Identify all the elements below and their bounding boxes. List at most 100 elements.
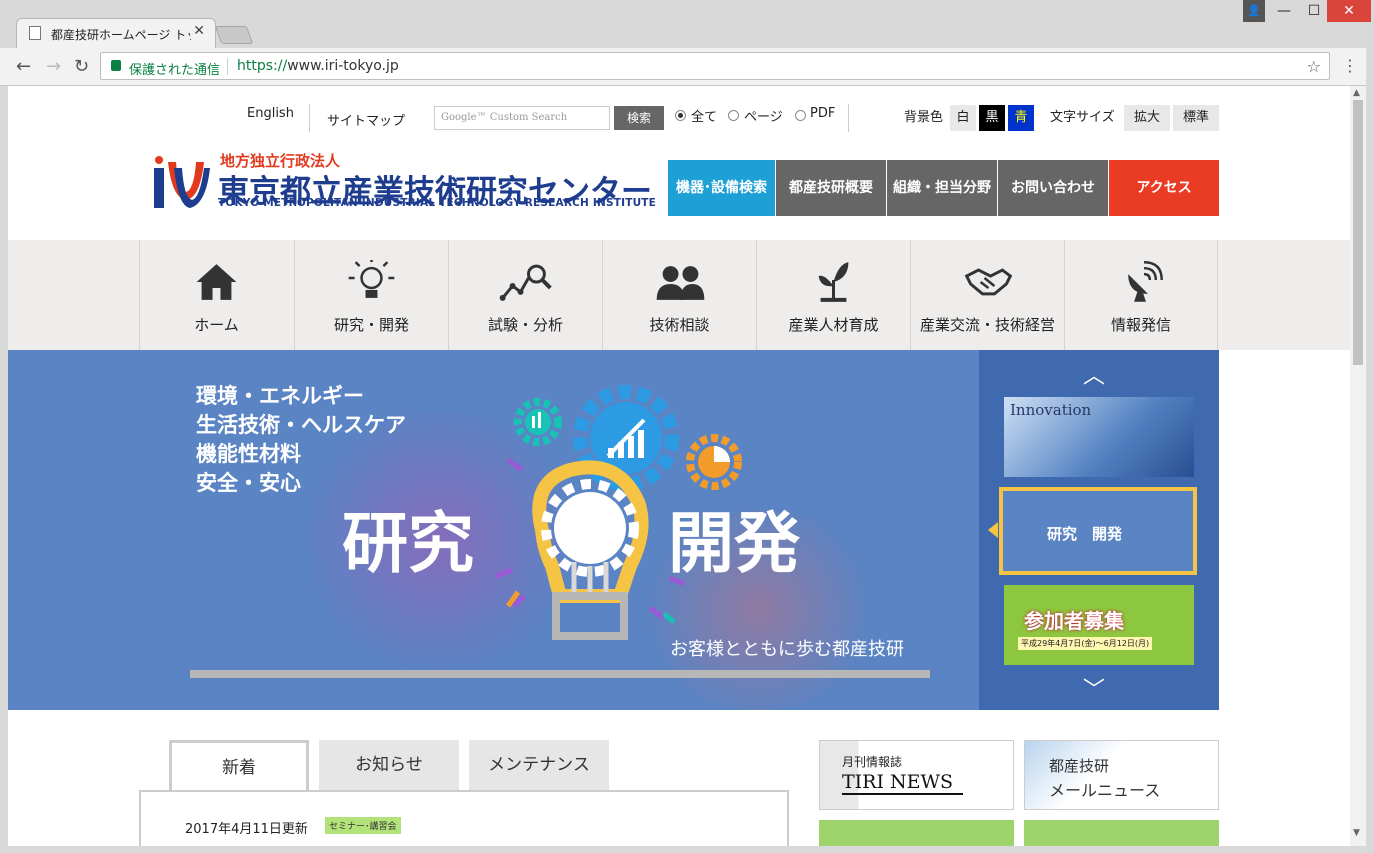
sitemap-link[interactable]: サイトマップ xyxy=(327,110,405,129)
thumb-title: Innovation xyxy=(1010,401,1092,419)
new-tab-button[interactable] xyxy=(214,26,254,44)
mail-news-banner[interactable]: 都産技研 メールニュース xyxy=(1024,740,1219,810)
tab-maintenance[interactable]: メンテナンス xyxy=(469,740,609,792)
slider-down-icon[interactable]: ﹀ xyxy=(1083,672,1105,704)
slider-thumb-research[interactable]: 研究 開発 xyxy=(999,487,1197,575)
close-window-button[interactable]: ✕ xyxy=(1327,0,1371,22)
nav-item-consult[interactable]: 技術相談 xyxy=(602,240,756,350)
forward-button[interactable]: → xyxy=(46,56,61,77)
window-frame xyxy=(0,846,1374,853)
contact-button[interactable]: お問い合わせ xyxy=(998,160,1108,216)
maximize-button[interactable]: ☐ xyxy=(1298,0,1330,22)
tiri-title: TIRI NEWS xyxy=(842,771,964,795)
english-link[interactable]: English xyxy=(247,106,294,121)
equipment-search-button[interactable]: 機器･設備検索 xyxy=(668,160,775,216)
hero-banner[interactable]: 環境・エネルギー 生活技術・ヘルスケア 機能性材料 安全・安心 研究 開発 お客… xyxy=(8,350,979,710)
window-frame xyxy=(0,86,8,853)
search-button[interactable]: 検索 xyxy=(614,106,664,130)
hero-tagline: お客様とともに歩む都産技研 xyxy=(670,639,904,660)
nav-item-training[interactable]: 産業人材育成 xyxy=(756,240,910,350)
slider-thumb-innovation[interactable]: Innovation xyxy=(1004,397,1194,477)
nav-item-label: 研究・開発 xyxy=(333,316,409,334)
tab-close-icon[interactable]: ✕ xyxy=(193,23,205,39)
font-normal-button[interactable]: 標準 xyxy=(1173,105,1219,131)
news-date: 2017年4月11日更新 xyxy=(185,822,308,837)
font-large-button[interactable]: 拡大 xyxy=(1124,105,1170,131)
browser-tab[interactable]: 都産技研ホームページ トップ ✕ xyxy=(16,18,216,48)
bookmark-star-icon[interactable]: ☆ xyxy=(1307,57,1321,76)
slider-up-icon[interactable]: ︿ xyxy=(1083,358,1105,390)
lock-icon xyxy=(111,60,121,71)
tiri-news-banner[interactable]: 月刊情報誌 TIRI NEWS xyxy=(819,740,1014,810)
news-category-badge: セミナー･講習会 xyxy=(325,817,401,834)
nav-item-testing[interactable]: 試験・分析 xyxy=(448,240,602,350)
access-button[interactable]: アクセス xyxy=(1109,160,1219,216)
browser-menu-icon[interactable]: ⋮ xyxy=(1342,56,1358,75)
scope-all-radio[interactable] xyxy=(675,110,686,121)
address-bar[interactable]: 保護された通信 https://www.iri-tokyo.jp ☆ xyxy=(100,52,1330,80)
bg-black-button[interactable]: 黒 xyxy=(979,105,1005,131)
analysis-icon xyxy=(499,264,552,301)
page-scrollbar[interactable]: ▲ ▼ xyxy=(1350,86,1366,846)
nav-item-label: ホーム xyxy=(194,316,239,334)
back-button[interactable]: ← xyxy=(16,56,31,77)
hero-big-text-left: 研究 xyxy=(342,505,474,582)
hero-category: 機能性材料 xyxy=(196,442,301,466)
handshake-icon xyxy=(964,268,1013,296)
sprout-icon xyxy=(818,262,849,302)
scope-all-label: 全て xyxy=(691,110,718,125)
bg-blue-button[interactable]: 青 xyxy=(1008,105,1034,131)
nav-item-label: 技術相談 xyxy=(649,316,710,334)
people-icon xyxy=(656,266,705,300)
nav-item-exchange[interactable]: 産業交流・技術経営 xyxy=(910,240,1064,350)
logo-icon[interactable] xyxy=(150,154,214,210)
mail-news-line2: メールニュース xyxy=(1049,781,1161,800)
hero-category: 生活技術・ヘルスケア xyxy=(196,413,406,437)
nav-item-info[interactable]: 情報発信 xyxy=(1064,240,1218,350)
bg-color-label: 背景色 xyxy=(904,110,944,125)
thumb-title: 研究 開発 xyxy=(1047,525,1123,543)
thumb-title: 参加者募集 xyxy=(1024,609,1124,633)
scroll-down-icon[interactable]: ▼ xyxy=(1353,828,1360,838)
news-panel: 2017年4月11日更新 セミナー･講習会 xyxy=(139,790,789,846)
scope-pdf-radio[interactable] xyxy=(795,110,806,121)
logo-english-text: TOKYO METROPOLITAN INDUSTRIAL TECHNOLOGY… xyxy=(218,197,657,209)
scroll-up-icon[interactable]: ▲ xyxy=(1353,88,1360,98)
green-banner[interactable] xyxy=(1024,820,1219,846)
url-host: www.iri-tokyo.jp xyxy=(287,58,399,74)
user-icon[interactable]: 👤 xyxy=(1243,0,1265,22)
omnibox-divider xyxy=(227,58,228,75)
page-icon xyxy=(29,26,41,40)
tiri-small-text: 月刊情報誌 xyxy=(842,755,903,769)
hero-category: 環境・エネルギー xyxy=(196,384,364,408)
search-placeholder: Google™ Custom Search xyxy=(441,112,568,123)
slider-pointer xyxy=(988,522,998,538)
url-text[interactable]: https://www.iri-tokyo.jp xyxy=(237,58,399,74)
bg-white-button[interactable]: 白 xyxy=(950,105,976,131)
scope-page-radio[interactable] xyxy=(728,110,739,121)
green-banner[interactable] xyxy=(819,820,1014,846)
overview-button[interactable]: 都産技研概要 xyxy=(776,160,886,216)
minimize-button[interactable]: — xyxy=(1268,0,1300,22)
thumb-date: 平成29年4月7日(金)～6月12日(月) xyxy=(1018,637,1153,650)
organization-button[interactable]: 組織・担当分野 xyxy=(887,160,997,216)
browser-titlebar: 都産技研ホームページ トップ ✕ 👤 — ☐ ✕ xyxy=(0,0,1374,48)
nav-item-home[interactable]: ホーム xyxy=(139,240,293,350)
slider-thumb-recruit[interactable]: 参加者募集 平成29年4月7日(金)～6月12日(月) xyxy=(1004,585,1194,665)
home-icon xyxy=(196,264,237,300)
satellite-icon xyxy=(1128,261,1163,302)
url-scheme: https:// xyxy=(237,58,288,74)
banner-slider: ︿ Innovation 研究 開発 参加者募集 平成29年4月7日(金)～6月… xyxy=(979,350,1219,710)
scope-pdf-label: PDF xyxy=(810,106,836,121)
lightbulb-icon xyxy=(348,260,395,298)
nav-item-label: 産業人材育成 xyxy=(788,316,879,334)
tab-new[interactable]: 新着 xyxy=(169,740,309,792)
scroll-thumb[interactable] xyxy=(1353,100,1363,365)
nav-item-research[interactable]: 研究・開発 xyxy=(294,240,448,350)
nav-item-label: 試験・分析 xyxy=(487,316,563,334)
tab-notice[interactable]: お知らせ xyxy=(319,740,459,792)
hero-categories: 環境・エネルギー 生活技術・ヘルスケア 機能性材料 安全・安心 xyxy=(196,382,406,498)
web-page: English サイトマップ Google™ Custom Search 検索 … xyxy=(8,86,1350,846)
reload-button[interactable]: ↻ xyxy=(74,56,89,77)
search-input[interactable]: Google™ Custom Search xyxy=(434,106,610,130)
